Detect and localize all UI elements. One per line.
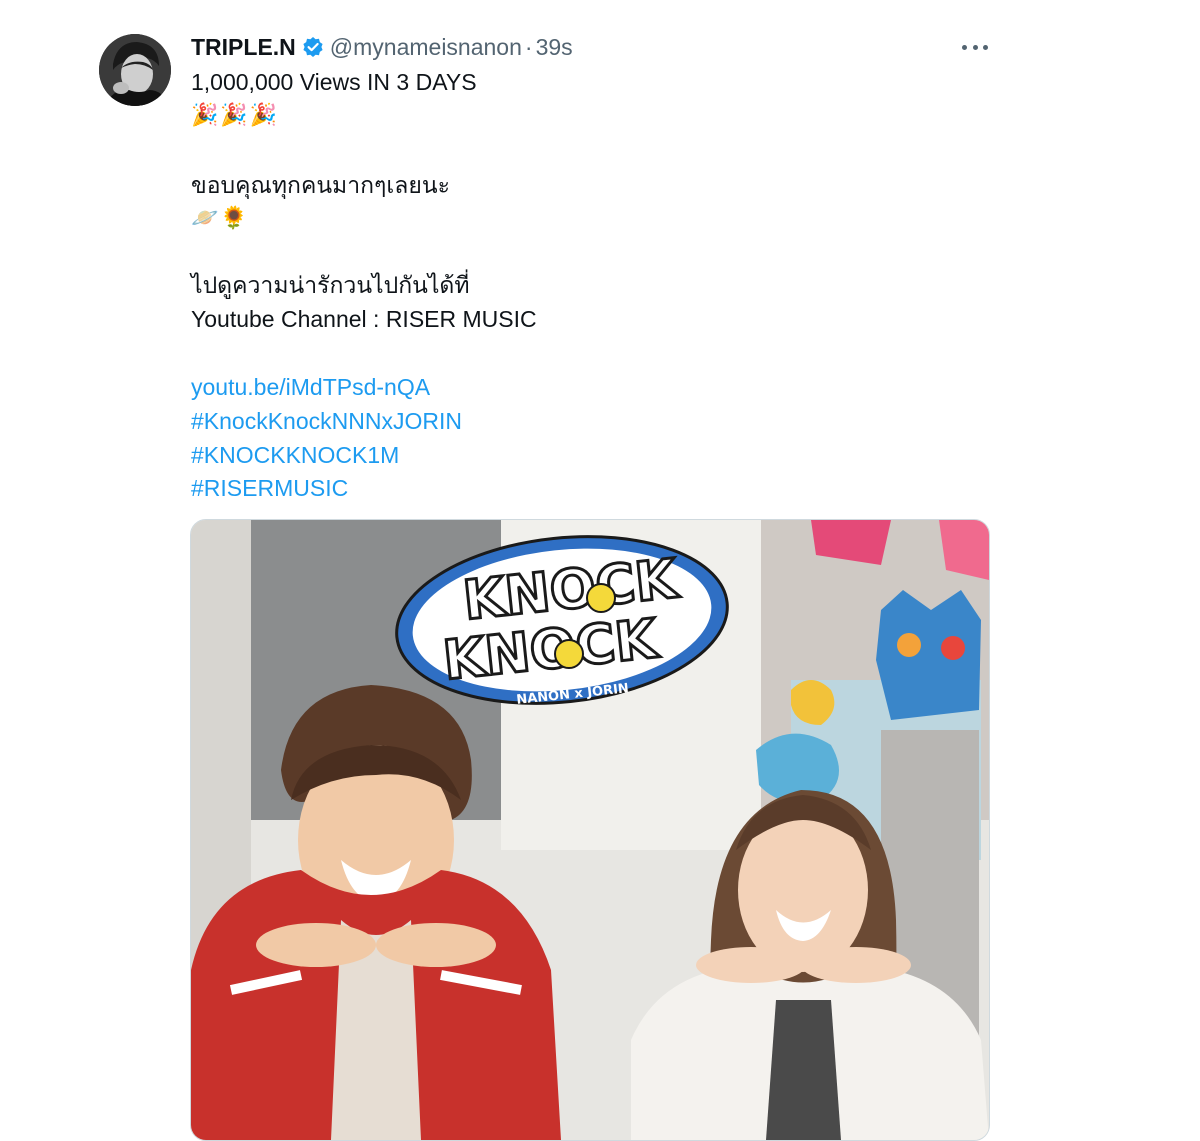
tweet-line: 1,000,000 Views IN 3 DAYS bbox=[191, 69, 477, 95]
verified-badge-icon bbox=[302, 36, 324, 58]
planet-sunflower-emoji-line: 🪐🌻 bbox=[191, 206, 250, 231]
tweet-media-image[interactable]: KNOCK KNOCK NANON x JORIN bbox=[190, 519, 990, 1141]
avatar[interactable] bbox=[99, 34, 171, 106]
tweet-line: Youtube Channel : RISER MUSIC bbox=[191, 306, 537, 332]
tweet-line: ขอบคุณทุกคนมากๆเลยนะ bbox=[191, 172, 450, 198]
hashtag-link[interactable]: #RISERMUSIC bbox=[191, 473, 348, 503]
tweet-header: TRIPLE.N @mynameisnanon · 39s bbox=[191, 30, 573, 64]
author-handle[interactable]: @mynameisnanon bbox=[330, 34, 522, 61]
hashtag-link[interactable]: #KnockKnockNNNxJORIN bbox=[191, 406, 462, 436]
tweet-line: ไปดูความน่ารักวนไปกันได้ที่ bbox=[191, 272, 470, 298]
youtube-link[interactable]: youtu.be/iMdTPsd-nQA bbox=[191, 372, 430, 402]
party-popper-emoji-line: 🎉🎉🎉 bbox=[191, 103, 280, 128]
hashtag-link[interactable]: #KNOCKKNOCK1M bbox=[191, 440, 399, 470]
tweet-timestamp[interactable]: 39s bbox=[536, 34, 573, 61]
tweet-card: TRIPLE.N @mynameisnanon · 39s 1,000,000 … bbox=[0, 0, 1200, 1141]
author-name[interactable]: TRIPLE.N bbox=[191, 34, 296, 61]
more-options-icon[interactable] bbox=[962, 44, 988, 50]
meta-separator: · bbox=[524, 33, 533, 60]
